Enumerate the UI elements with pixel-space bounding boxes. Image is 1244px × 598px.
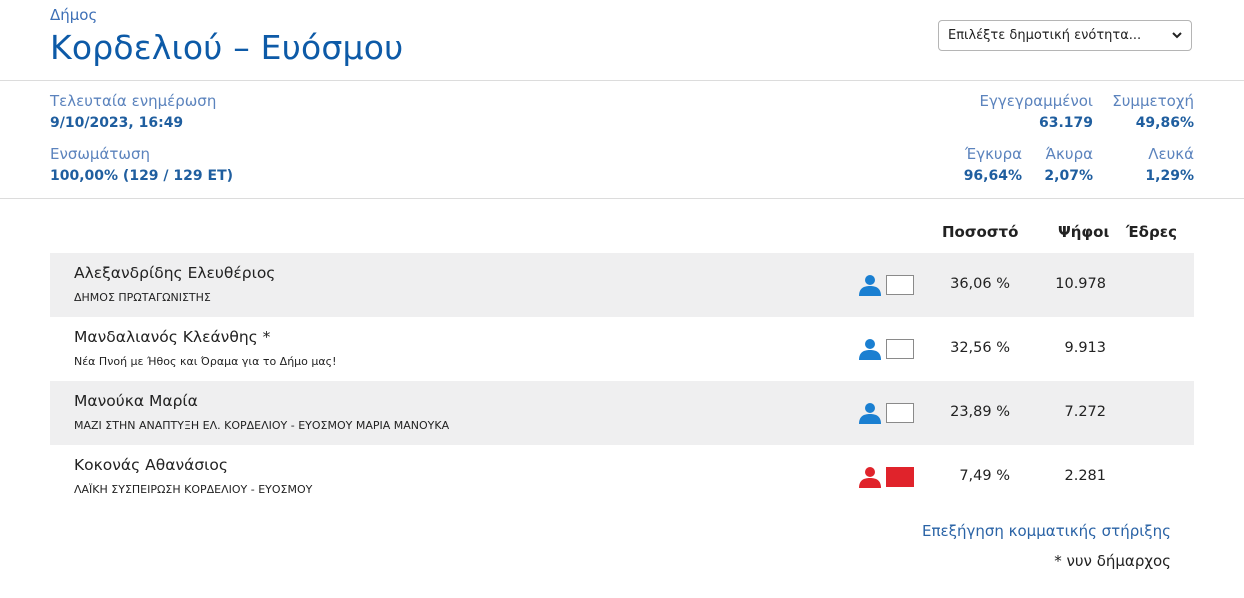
registered-label: Εγγεγραμμένοι [979, 92, 1093, 110]
municipal-unit-select-value: Επιλέξτε δημοτική ενότητα... [948, 28, 1142, 43]
candidate-percent: 23,89 % [950, 404, 1010, 420]
integration-label: Ενσωμάτωση [50, 145, 150, 163]
column-header-seats: Έδρες [1126, 223, 1177, 241]
candidate-party: ΔΗΜΟΣ ΠΡΩΤΑΓΩΝΙΣΤΗΣ [74, 291, 211, 304]
candidate-party: ΛΑΪΚΗ ΣΥΣΠΕΙΡΩΣΗ ΚΟΡΔΕΛΙΟΥ - ΕΥΟΣΜΟΥ [74, 483, 313, 496]
person-icon [859, 275, 881, 296]
valid-value: 96,64% [963, 168, 1022, 184]
municipal-unit-select[interactable]: Επιλέξτε δημοτική ενότητα... [938, 20, 1192, 51]
table-row: Αλεξανδρίδης Ελευθέριος ΔΗΜΟΣ ΠΡΩΤΑΓΩΝΙΣΤ… [50, 253, 1194, 317]
candidate-name: Αλεξανδρίδης Ελευθέριος [74, 264, 276, 282]
last-update-value: 9/10/2023, 16:49 [50, 115, 184, 131]
candidate-name: Μανούκα Μαρία [74, 392, 198, 410]
turnout-label: Συμμετοχή [1112, 92, 1194, 110]
candidate-percent: 36,06 % [950, 276, 1010, 292]
footnote: * νυν δήμαρχος [1054, 552, 1171, 570]
candidate-votes: 9.913 [1064, 340, 1106, 356]
page-title: Κορδελιού – Ευόσμου [50, 28, 404, 67]
column-header-percent: Ποσοστό [942, 223, 1019, 241]
page-subtitle: Δήμος [50, 6, 98, 24]
last-update-label: Τελευταία ενημέρωση [50, 92, 217, 110]
person-icon [859, 403, 881, 424]
blank-value: 1,29% [1145, 168, 1194, 184]
candidate-party: Νέα Πνοή με Ήθος και Όραμα για το Δήμο μ… [74, 355, 337, 368]
candidate-votes: 2.281 [1064, 468, 1106, 484]
table-row: Μανδαλιανός Κλεάνθης * Νέα Πνοή με Ήθος κ… [50, 317, 1194, 381]
candidate-party: ΜΑΖΙ ΣΤΗΝ ΑΝΑΠΤΥΞΗ ΕΛ. ΚΟΡΔΕΛΙΟΥ - ΕΥΟΣΜ… [74, 419, 450, 432]
page-header: Δήμος Κορδελιού – Ευόσμου Επιλέξτε δημοτ… [0, 0, 1244, 81]
invalid-label: Άκυρα [1045, 145, 1093, 163]
candidate-percent: 32,56 % [950, 340, 1010, 356]
turnout-value: 49,86% [1135, 115, 1194, 131]
party-support-explanation-link[interactable]: Επεξήγηση κομματικής στήριξης [922, 522, 1171, 540]
blank-label: Λευκά [1148, 145, 1194, 163]
invalid-value: 2,07% [1044, 168, 1093, 184]
candidate-name: Κοκονάς Αθανάσιος [74, 456, 228, 474]
valid-label: Έγκυρα [965, 145, 1022, 163]
candidate-percent: 7,49 % [959, 468, 1010, 484]
person-icon [859, 467, 881, 488]
integration-value: 100,00% (129 / 129 ΕΤ) [50, 168, 234, 184]
stats-panel: Τελευταία ενημέρωση 9/10/2023, 16:49 Ενσ… [0, 80, 1244, 199]
column-header-votes: Ψήφοι [1058, 223, 1110, 241]
candidate-votes: 10.978 [1055, 276, 1106, 292]
chevron-down-icon [1172, 32, 1182, 39]
person-icon [859, 339, 881, 360]
candidate-name: Μανδαλιανός Κλεάνθης * [74, 328, 271, 346]
registered-value: 63.179 [1038, 115, 1093, 131]
table-row: Κοκονάς Αθανάσιος ΛΑΪΚΗ ΣΥΣΠΕΙΡΩΣΗ ΚΟΡΔΕΛ… [50, 445, 1194, 509]
table-row: Μανούκα Μαρία ΜΑΖΙ ΣΤΗΝ ΑΝΑΠΤΥΞΗ ΕΛ. ΚΟΡΔ… [50, 381, 1194, 445]
candidate-votes: 7.272 [1064, 404, 1106, 420]
